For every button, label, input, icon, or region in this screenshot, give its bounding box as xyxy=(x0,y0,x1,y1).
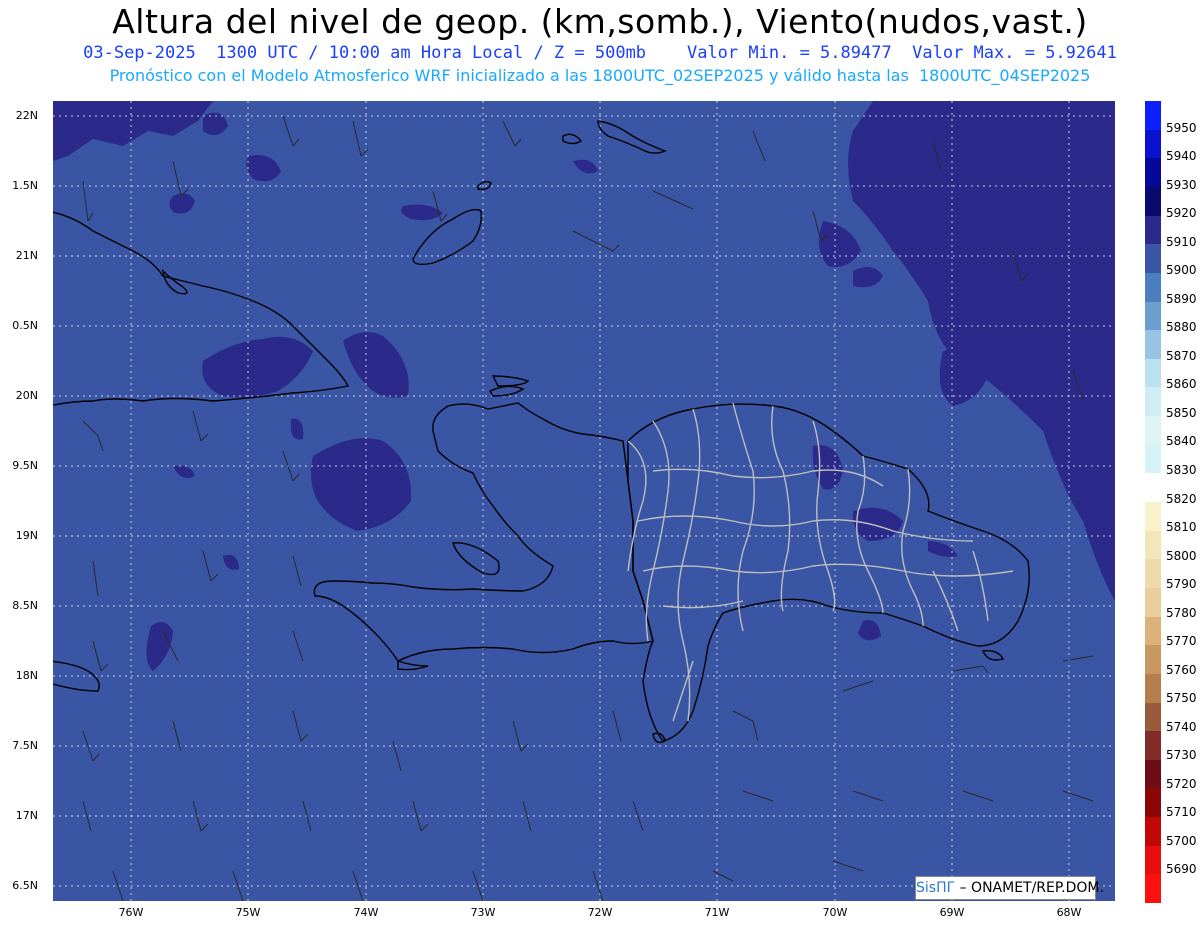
scale-swatch xyxy=(1145,874,1161,904)
scale-label: 5790 xyxy=(1166,577,1197,591)
scale-swatch xyxy=(1145,587,1161,618)
scale-swatch xyxy=(1145,186,1161,217)
scale-label: 5890 xyxy=(1166,292,1197,306)
lat-label: 9.5N xyxy=(12,459,38,472)
map-subtitle: 03-Sep-2025 1300 UTC / 10:00 am Hora Loc… xyxy=(83,43,1117,63)
scale-label: 5940 xyxy=(1166,149,1197,163)
scale-swatch xyxy=(1145,817,1161,847)
scale-label: 5920 xyxy=(1166,206,1197,220)
scale-swatch xyxy=(1145,387,1161,417)
credit-box: SisПГ – ONAMET/REP.DOM. xyxy=(915,876,1104,900)
scale-label: 5820 xyxy=(1166,492,1197,506)
scale-label: 5870 xyxy=(1166,349,1197,363)
lat-label: 19N xyxy=(15,529,38,542)
scale-swatch xyxy=(1145,244,1161,274)
scale-label: 5710 xyxy=(1166,805,1197,819)
scale-swatch xyxy=(1145,301,1161,331)
scale-swatch xyxy=(1145,845,1161,875)
scale-swatch xyxy=(1145,272,1161,302)
lon-label: 74W xyxy=(353,906,379,919)
scale-label: 5860 xyxy=(1166,377,1197,391)
scale-swatch xyxy=(1145,129,1161,159)
lat-label: 17N xyxy=(15,809,38,822)
scale-swatch xyxy=(1145,444,1161,474)
credit-text: – ONAMET/REP.DOM. xyxy=(959,880,1104,896)
scale-label: 5720 xyxy=(1166,777,1197,791)
lat-label: 18N xyxy=(15,669,38,682)
scale-swatch xyxy=(1145,215,1161,245)
lon-label: 72W xyxy=(587,906,613,919)
scale-label: 5730 xyxy=(1166,748,1197,762)
scale-swatch xyxy=(1145,616,1161,646)
lat-label: 1.5N xyxy=(12,179,38,192)
map-canvas xyxy=(53,101,1115,901)
scale-swatch xyxy=(1145,673,1161,703)
scale-label: 5810 xyxy=(1166,520,1197,534)
scale-swatch xyxy=(1145,358,1161,388)
geopotential-high-areas xyxy=(53,101,1115,671)
lon-label: 73W xyxy=(470,906,496,919)
lat-label: 8.5N xyxy=(12,599,38,612)
scale-label: 5880 xyxy=(1166,320,1197,334)
scale-label: 5800 xyxy=(1166,549,1197,563)
scale-label: 5740 xyxy=(1166,720,1197,734)
lon-label: 69W xyxy=(939,906,965,919)
lon-label: 68W xyxy=(1056,906,1082,919)
credit-brand: SisПГ xyxy=(916,880,956,896)
scale-label: 5950 xyxy=(1166,121,1197,135)
scale-label: 5770 xyxy=(1166,634,1197,648)
scale-label: 5840 xyxy=(1166,434,1197,448)
scale-label: 5780 xyxy=(1166,606,1197,620)
scale-swatch xyxy=(1145,330,1161,360)
color-scale xyxy=(1145,101,1161,904)
forecast-note: Pronóstico con el Modelo Atmosferico WRF… xyxy=(109,66,1091,85)
lat-label: 6.5N xyxy=(12,879,38,892)
scale-swatch xyxy=(1145,759,1161,789)
lat-label: 21N xyxy=(15,249,38,262)
scale-label: 5750 xyxy=(1166,691,1197,705)
map-panel[interactable] xyxy=(53,101,1115,901)
scale-label: 5700 xyxy=(1166,834,1197,848)
scale-swatch xyxy=(1145,158,1161,188)
scale-label: 5930 xyxy=(1166,178,1197,192)
lat-label: 7.5N xyxy=(12,739,38,752)
lon-label: 75W xyxy=(235,906,261,919)
scale-swatch xyxy=(1145,473,1161,503)
scale-swatch xyxy=(1145,788,1161,818)
scale-swatch xyxy=(1145,559,1161,589)
scale-swatch xyxy=(1145,702,1161,732)
map-title: Altura del nivel de geop. (km,somb.), Vi… xyxy=(112,2,1088,41)
scale-swatch xyxy=(1145,645,1161,675)
lat-label: 20N xyxy=(15,389,38,402)
scale-swatch xyxy=(1145,101,1161,131)
scale-label: 5910 xyxy=(1166,235,1197,249)
lat-label: 22N xyxy=(15,109,38,122)
scale-swatch xyxy=(1145,530,1161,560)
scale-label: 5830 xyxy=(1166,463,1197,477)
lon-label: 76W xyxy=(118,906,144,919)
scale-label: 5760 xyxy=(1166,663,1197,677)
scale-label: 5850 xyxy=(1166,406,1197,420)
lon-label: 71W xyxy=(704,906,730,919)
scale-label: 5900 xyxy=(1166,263,1197,277)
scale-swatch xyxy=(1145,502,1161,532)
scale-label: 5690 xyxy=(1166,862,1197,876)
scale-swatch xyxy=(1145,416,1161,446)
scale-swatch xyxy=(1145,731,1161,761)
lon-label: 70W xyxy=(822,906,848,919)
lat-label: 0.5N xyxy=(12,319,38,332)
